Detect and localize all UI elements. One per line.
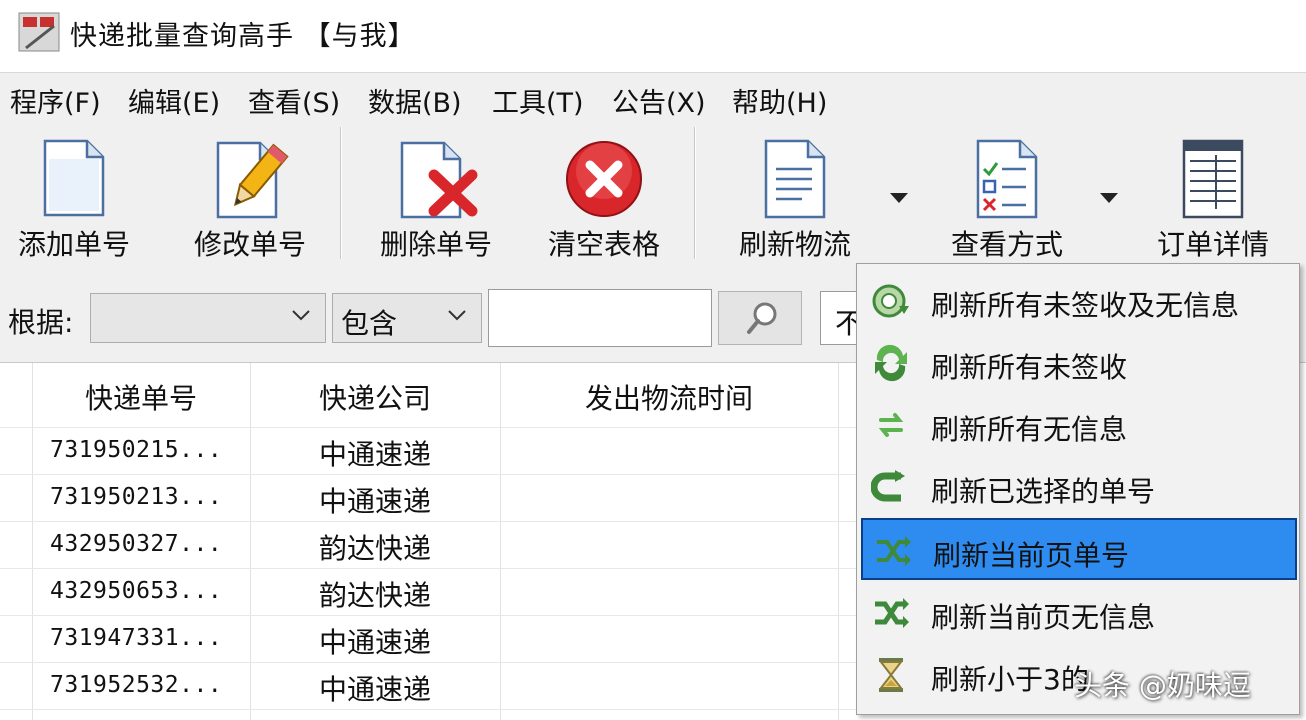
- refresh-logistics-button[interactable]: 刷新物流: [728, 135, 862, 265]
- table-cell-company[interactable]: 韵达快递: [250, 574, 500, 614]
- delete-number-button[interactable]: 删除单号: [372, 135, 500, 265]
- row-divider: [0, 427, 860, 428]
- refresh-selected-icon: [871, 470, 905, 502]
- table-document-icon: [1182, 139, 1244, 219]
- column-header-send-time[interactable]: 发出物流时间: [500, 377, 838, 417]
- menu-tools[interactable]: 工具(T): [488, 81, 588, 120]
- watermark: 头条 @奶味逗: [1074, 669, 1251, 702]
- order-detail-label: 订单详情: [1156, 228, 1269, 261]
- refresh-page-icon: [877, 536, 911, 566]
- table-cell-company[interactable]: 中通速递: [250, 621, 500, 661]
- menu-item-label: 刷新所有未签收及无信息: [931, 289, 1240, 322]
- menu-data[interactable]: 数据(B): [364, 81, 466, 120]
- menu-item-refresh-noinfo[interactable]: 刷新所有无信息: [861, 394, 1297, 456]
- window-title: 快递批量查询高手 【与我】: [70, 21, 416, 52]
- menu-notice[interactable]: 公告(X): [608, 81, 710, 120]
- row-divider: [0, 709, 860, 710]
- search-button[interactable]: [718, 291, 802, 345]
- search-icon: [747, 302, 777, 334]
- title-bar: 快递批量查询高手 【与我】: [0, 0, 1306, 72]
- match-select[interactable]: 包含: [332, 293, 482, 343]
- table-cell-company[interactable]: 韵达快递: [250, 527, 500, 567]
- checklist-icon: [976, 139, 1038, 219]
- list-document-icon: [764, 139, 826, 219]
- table-cell-number[interactable]: 731950215...: [50, 437, 222, 463]
- menu-item-refresh-page[interactable]: 刷新当前页单号: [861, 518, 1297, 580]
- menu-item-refresh-unsigned[interactable]: 刷新所有未签收: [861, 332, 1297, 394]
- row-divider: [0, 662, 860, 663]
- menu-item-refresh-all[interactable]: 刷新所有未签收及无信息: [861, 270, 1297, 332]
- field-select[interactable]: [90, 293, 326, 343]
- pencil-document-icon: [216, 141, 289, 219]
- hourglass-icon: [878, 658, 904, 692]
- refresh-logistics-label: 刷新物流: [738, 228, 851, 261]
- add-number-label: 添加单号: [17, 228, 130, 261]
- table-cell-company[interactable]: 中通速递: [250, 433, 500, 473]
- table-cell-company[interactable]: 中通速递: [250, 480, 500, 520]
- menu-item-refresh-selected[interactable]: 刷新已选择的单号: [861, 456, 1297, 518]
- extra-select[interactable]: 不: [820, 291, 860, 345]
- row-divider: [0, 615, 860, 616]
- refresh-dropdown-menu: 刷新所有未签收及无信息 刷新所有未签收 刷新所有无信息 刷新已选择的单号 刷新当…: [856, 263, 1300, 715]
- menu-view[interactable]: 查看(S): [244, 81, 344, 120]
- view-mode-button[interactable]: 查看方式: [940, 135, 1074, 265]
- refresh-noinfo-icon: [878, 413, 904, 437]
- toolbar-separator: [340, 127, 342, 259]
- delete-number-label: 删除单号: [379, 228, 492, 261]
- match-select-value: 包含: [341, 307, 398, 340]
- document-icon: [43, 139, 105, 217]
- row-divider: [0, 568, 860, 569]
- filter-label: 根据:: [8, 306, 74, 339]
- delete-document-icon: [400, 141, 478, 219]
- menu-bar: 程序(F) 编辑(E) 查看(S) 数据(B) 工具(T) 公告(X) 帮助(H…: [0, 73, 1306, 123]
- column-divider: [838, 363, 839, 720]
- clear-table-button[interactable]: 清空表格: [540, 135, 668, 265]
- order-detail-button[interactable]: 订单详情: [1146, 135, 1280, 265]
- row-divider: [0, 474, 860, 475]
- row-divider: [0, 521, 860, 522]
- edit-number-button[interactable]: 修改单号: [186, 135, 314, 265]
- search-input[interactable]: [488, 289, 712, 347]
- table-cell-number[interactable]: 731947331...: [50, 625, 222, 651]
- menu-item-label: 刷新当前页无信息: [931, 601, 1156, 634]
- app-icon: [18, 12, 60, 52]
- close-circle-icon: [566, 141, 642, 217]
- column-header-company[interactable]: 快递公司: [250, 377, 500, 417]
- menu-program[interactable]: 程序(F): [6, 81, 105, 120]
- clear-table-label: 清空表格: [547, 228, 660, 261]
- view-mode-label: 查看方式: [950, 228, 1063, 261]
- menu-item-label: 刷新所有未签收: [931, 351, 1128, 384]
- chevron-down-icon: [448, 310, 466, 321]
- column-header-number[interactable]: 快递单号: [32, 377, 250, 417]
- menu-item-refresh-page-noinfo[interactable]: 刷新当前页无信息: [861, 582, 1297, 644]
- menu-edit[interactable]: 编辑(E): [124, 81, 224, 120]
- edit-number-label: 修改单号: [193, 228, 306, 261]
- menu-item-label: 刷新当前页单号: [933, 539, 1130, 572]
- menu-item-label: 刷新所有无信息: [931, 413, 1128, 446]
- view-mode-dropdown-arrow-icon[interactable]: [1100, 193, 1118, 203]
- table-cell-number[interactable]: 731952532...: [50, 672, 222, 698]
- toolbar-separator: [694, 127, 696, 259]
- refresh-page-noinfo-icon: [875, 598, 909, 628]
- refresh-unsigned-icon: [875, 344, 907, 382]
- chevron-down-icon: [292, 310, 310, 321]
- add-number-button[interactable]: 添加单号: [10, 135, 138, 265]
- toolbar: 添加单号 修改单号 删除单号 清空表格 刷新物流 查看方式 订单详情: [0, 125, 1306, 271]
- table-cell-number[interactable]: 432950327...: [50, 531, 222, 557]
- table-cell-number[interactable]: 432950653...: [50, 578, 222, 604]
- table-cell-company[interactable]: 中通速递: [250, 668, 500, 708]
- menu-item-label: 刷新已选择的单号: [931, 475, 1156, 508]
- menu-item-label: 刷新小于3的: [931, 663, 1089, 696]
- refresh-all-icon: [872, 284, 909, 318]
- menu-help[interactable]: 帮助(H): [728, 81, 831, 120]
- refresh-dropdown-arrow-icon[interactable]: [890, 193, 908, 203]
- table-cell-number[interactable]: 731950213...: [50, 484, 222, 510]
